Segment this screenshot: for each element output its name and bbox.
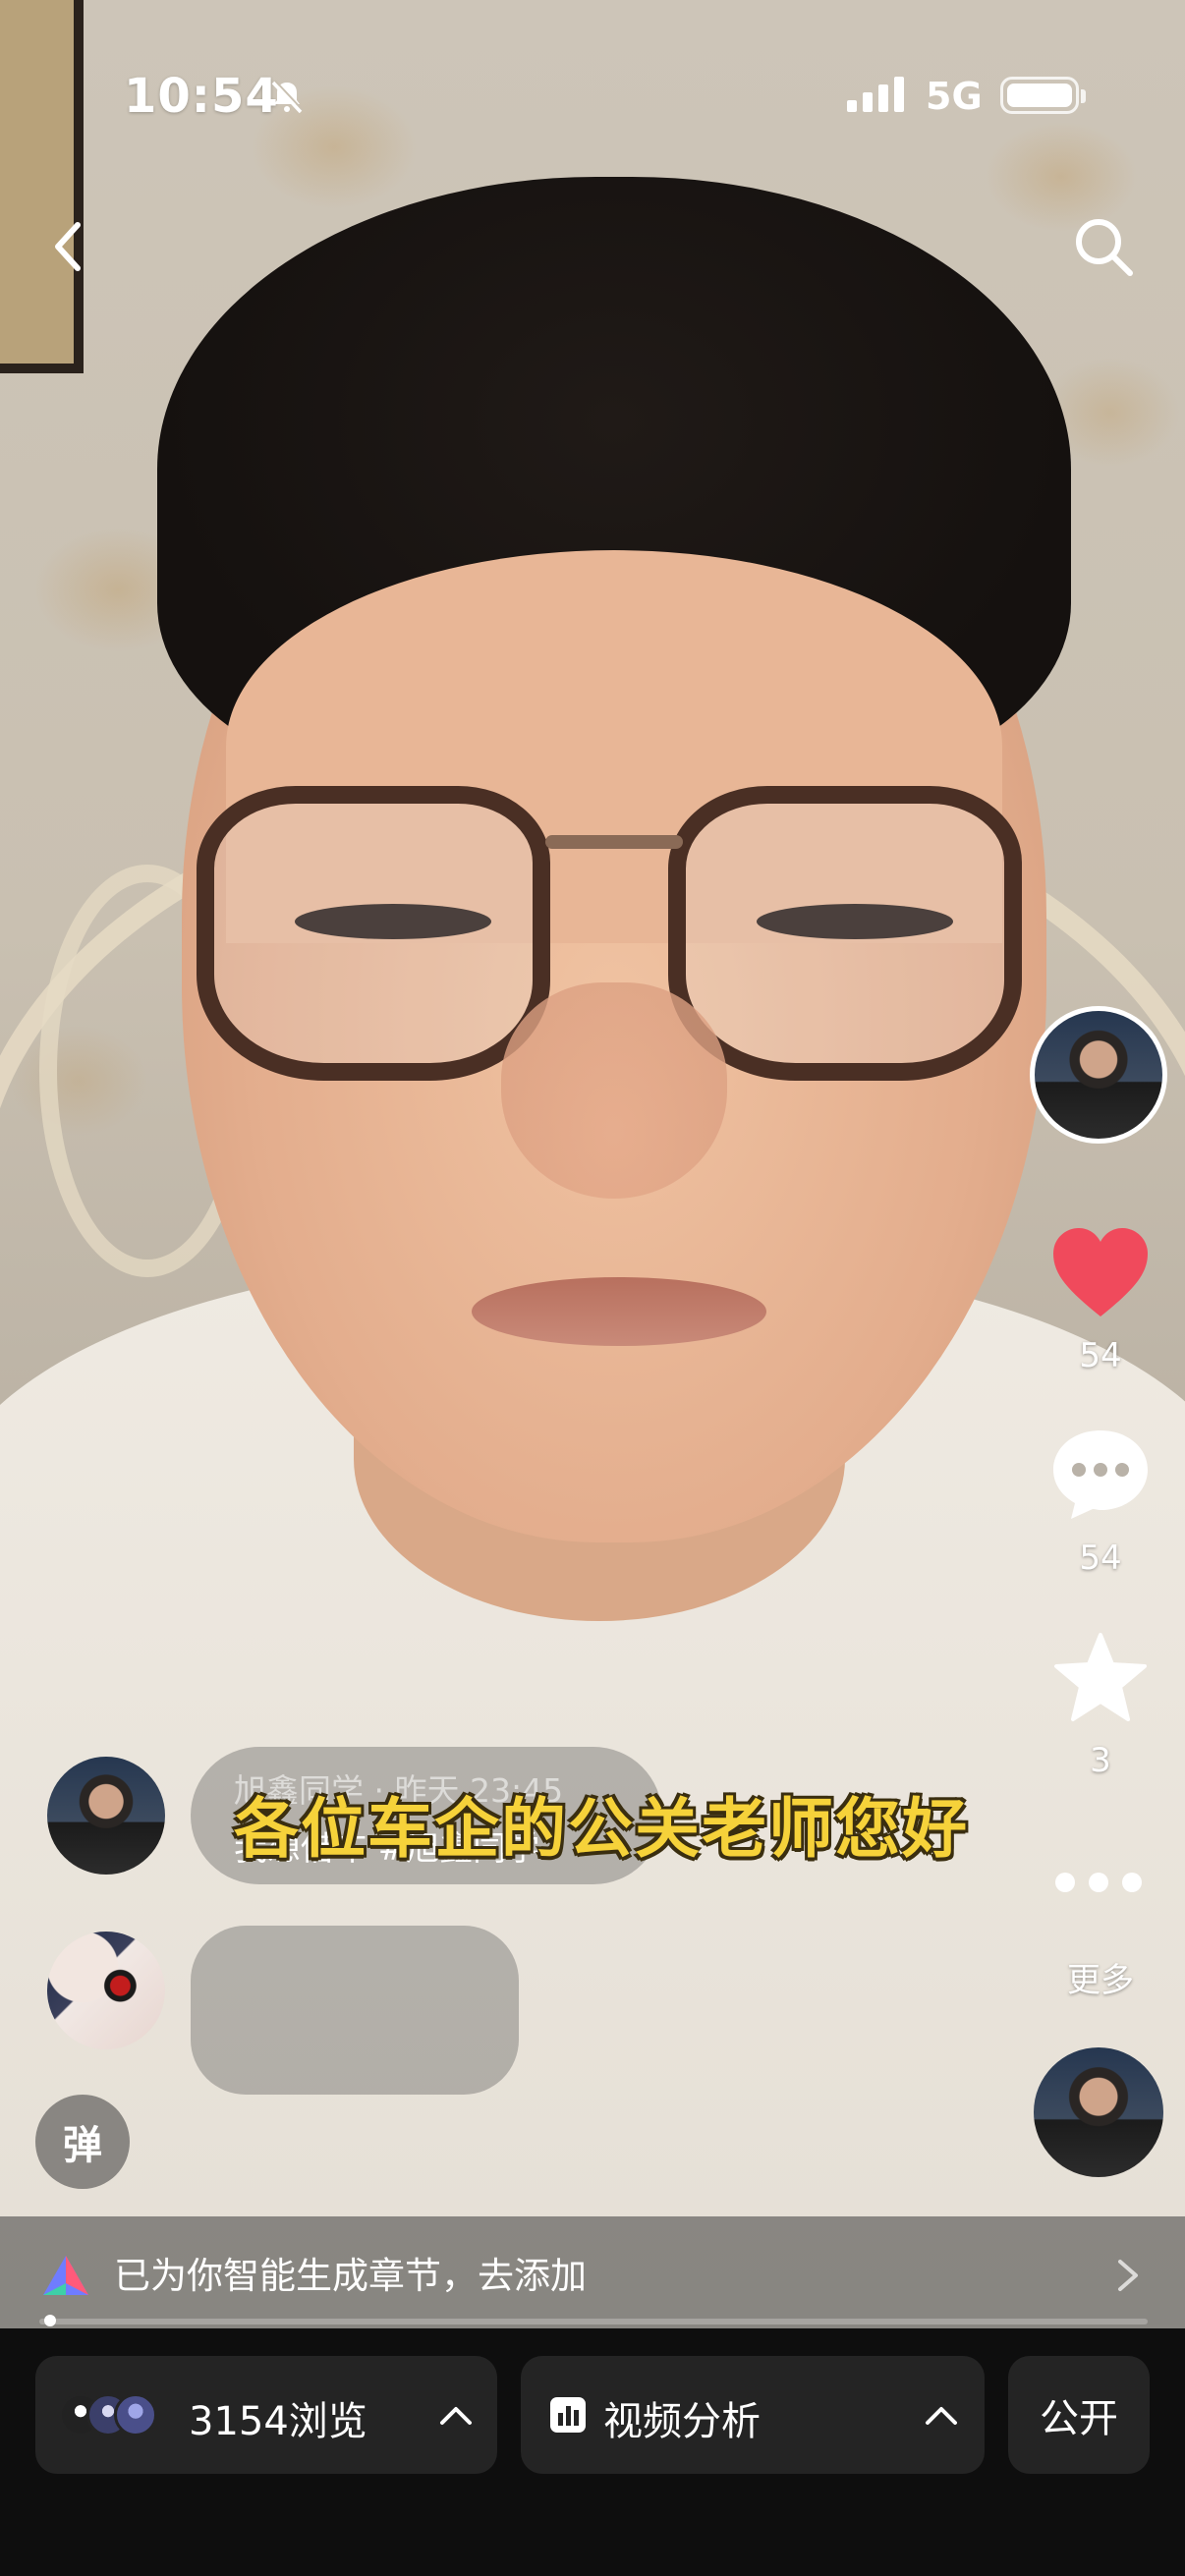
playback-progress-bar[interactable] xyxy=(39,2315,1148,2326)
person-nose xyxy=(501,982,727,1199)
bell-muted-icon xyxy=(271,80,304,114)
bar-chart-icon xyxy=(550,2397,586,2433)
video-player[interactable] xyxy=(0,0,1185,2328)
video-analysis-button[interactable]: 视频分析 xyxy=(521,2356,985,2474)
more-button[interactable] xyxy=(1055,1873,1142,1892)
views-button[interactable]: 3154浏览 xyxy=(35,2356,497,2474)
signal-icon xyxy=(847,77,920,112)
video-analysis-label: 视频分析 xyxy=(603,2399,761,2444)
chevron-up-icon xyxy=(926,2407,957,2425)
comment-button[interactable] xyxy=(1049,1427,1152,1521)
danmu-toggle-button[interactable]: 弹 xyxy=(35,2095,130,2189)
visibility-button[interactable]: 公开 xyxy=(1008,2356,1150,2474)
like-button[interactable] xyxy=(1049,1226,1152,1320)
author-avatar[interactable] xyxy=(1030,1006,1167,1144)
search-icon xyxy=(1076,219,1133,276)
views-count: 3154浏览 xyxy=(189,2399,367,2444)
star-icon xyxy=(1054,1633,1147,1721)
bottom-toolbar: 3154浏览 视频分析 公开 xyxy=(0,2328,1185,2576)
chapter-suggestion-bar[interactable]: 已为你智能生成章节，去添加 xyxy=(0,2216,1185,2332)
glasses-lens-right xyxy=(668,786,1022,1081)
like-count: 54 xyxy=(1079,1336,1122,1375)
playback-progress-knob[interactable] xyxy=(44,2315,56,2326)
ai-logo-icon xyxy=(43,2256,88,2295)
favorite-button[interactable] xyxy=(1051,1631,1150,1725)
comment-count: 54 xyxy=(1079,1539,1122,1578)
chevron-up-icon xyxy=(440,2407,472,2425)
status-bar: 10:54 5G xyxy=(0,0,1185,196)
heart-icon xyxy=(1053,1228,1148,1316)
viewer-avatars xyxy=(59,2393,187,2436)
search-button[interactable] xyxy=(1059,202,1148,291)
battery-icon xyxy=(1000,77,1086,114)
comment-author-avatar-2[interactable] xyxy=(47,1932,165,2049)
more-label: 更多 xyxy=(1067,1961,1134,2000)
chevron-left-icon xyxy=(55,222,81,271)
favorite-count: 3 xyxy=(1090,1741,1111,1780)
comment-bubble-2[interactable] xyxy=(191,1926,519,2095)
chevron-right-icon xyxy=(1118,2260,1138,2291)
chapter-suggestion-text: 已为你智能生成章节，去添加 xyxy=(114,2255,587,2297)
comment-author-avatar[interactable] xyxy=(47,1757,165,1875)
network-type: 5G xyxy=(926,75,983,118)
visibility-label: 公开 xyxy=(1040,2396,1118,2441)
person-mouth xyxy=(472,1277,766,1346)
glasses-lens-left xyxy=(197,786,550,1081)
danmu-label: 弹 xyxy=(63,2123,102,2168)
back-button[interactable] xyxy=(24,202,112,291)
video-subtitle: 各位车企的公关老师您好 xyxy=(234,1791,969,1867)
status-time: 10:54 xyxy=(124,69,279,124)
glasses-bridge xyxy=(545,835,683,849)
music-avatar[interactable] xyxy=(1034,2047,1163,2177)
